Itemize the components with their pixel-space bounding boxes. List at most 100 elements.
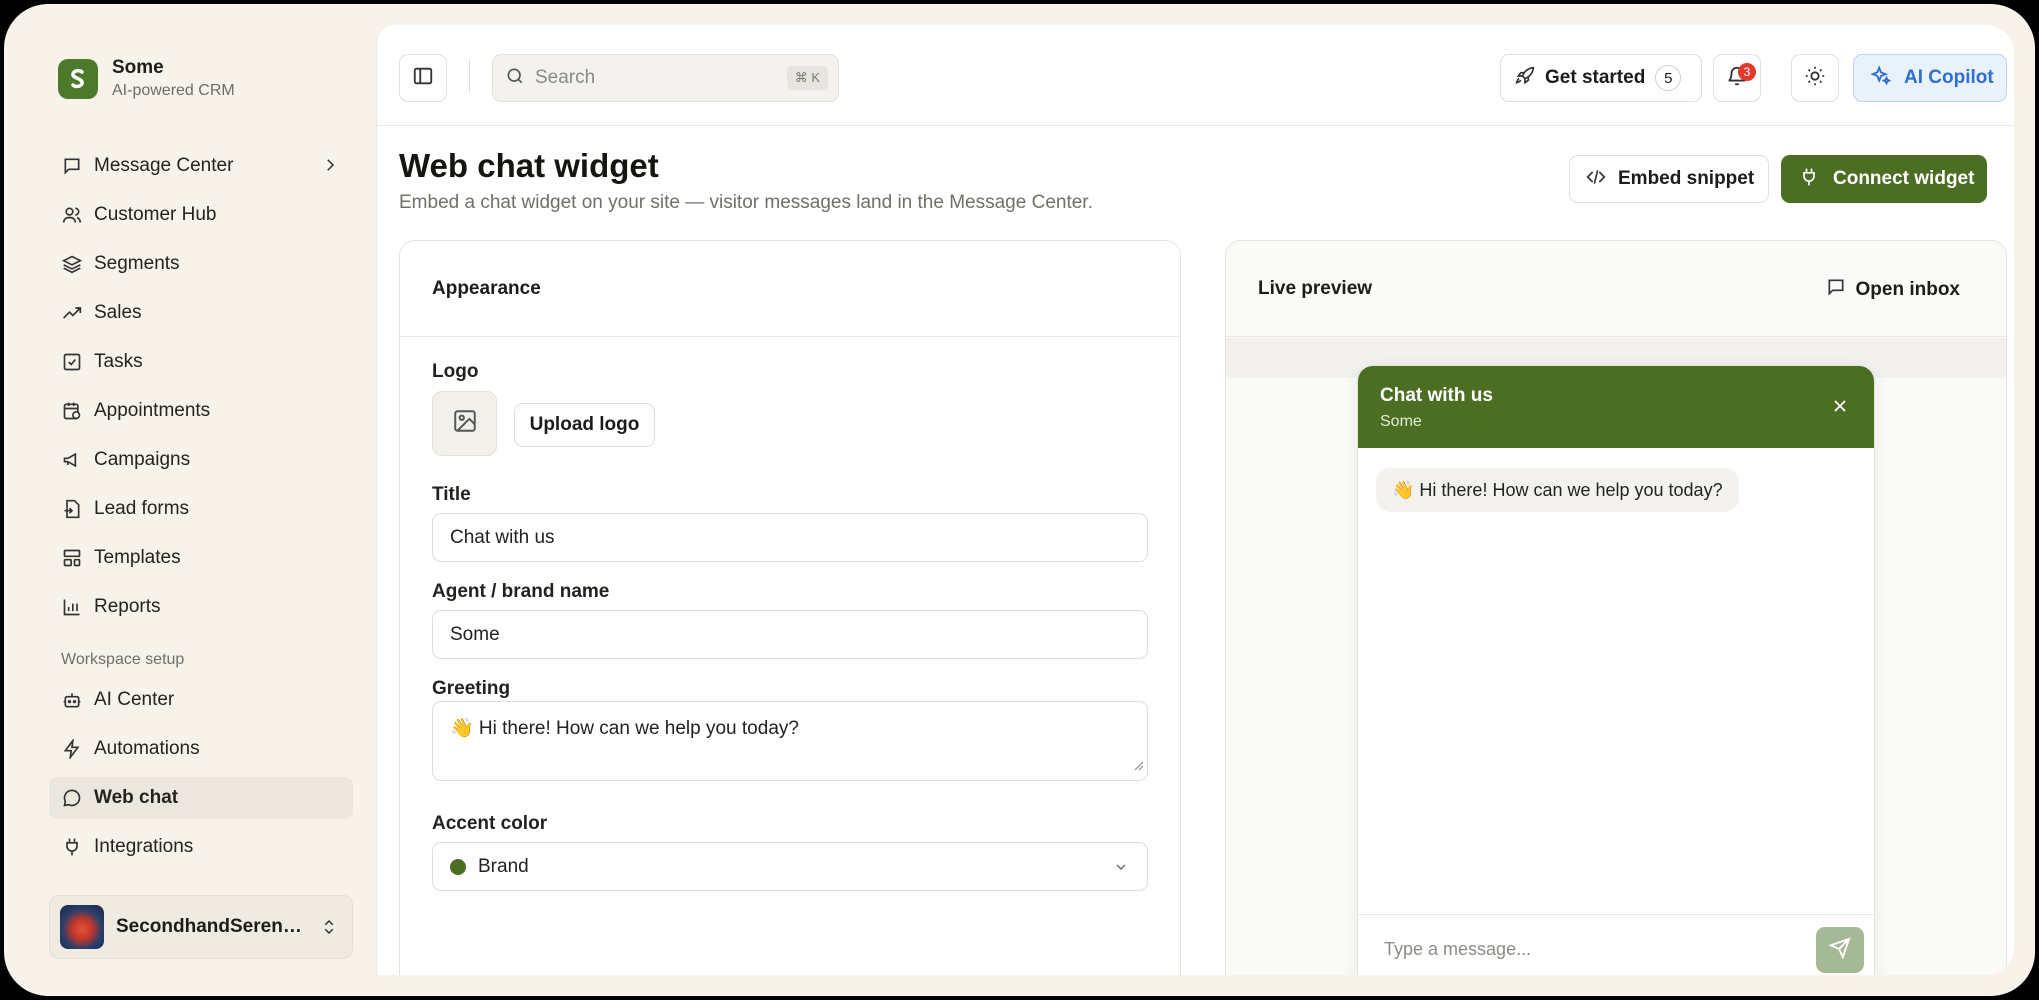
sidebar-item-label: Lead forms [94,498,190,519]
brand-name-label: Agent / brand name [432,581,610,602]
bar-chart-icon [61,596,83,618]
page-title: Web chat widget [399,147,659,184]
live-preview-card: Live preview Open inbox Chat with us Som… [1225,240,2007,975]
bot-icon [61,689,83,711]
connect-widget-label: Connect widget [1833,168,1975,189]
accent-color-select[interactable]: Brand [432,842,1148,891]
sidebar-item-lead-forms[interactable]: Lead forms [49,488,353,530]
composer-placeholder: Type a message... [1384,939,1532,959]
greeting-textarea[interactable]: 👋 Hi there! How can we help you today? [432,701,1148,781]
sidebar-item-customer-hub[interactable]: Customer Hub [49,194,353,236]
sidebar-item-label: Campaigns [94,449,191,470]
account-switcher[interactable]: SecondhandSerenade [49,895,353,959]
upload-logo-button[interactable]: Upload logo [514,403,655,447]
sidebar-item-web-chat[interactable]: Web chat [49,777,353,819]
plug-icon [61,836,83,858]
title-input[interactable]: Chat with us [432,513,1148,562]
send-icon [1828,936,1851,964]
sidebar-item-integrations[interactable]: Integrations [49,826,353,868]
sidebar: Some AI-powered CRM Message Center Custo… [25,25,374,975]
megaphone-icon [61,449,83,471]
brand[interactable]: Some AI-powered CRM [58,57,235,100]
sidebar-item-tasks[interactable]: Tasks [49,341,353,383]
panel-left-icon [412,65,434,92]
account-name: SecondhandSerenade [116,916,306,937]
brand-tagline: AI-powered CRM [112,82,235,99]
toggle-sidebar-button[interactable] [399,54,447,102]
sidebar-item-label: Message Center [94,155,234,176]
message-composer[interactable]: Type a message... [1358,914,1874,975]
resize-handle-icon[interactable] [1132,755,1144,777]
trending-up-icon [61,302,83,324]
sidebar-item-label: Appointments [94,400,211,421]
get-started-label: Get started [1545,67,1646,88]
page-subtitle: Embed a chat widget on your site — visit… [399,192,1093,213]
sidebar-item-label: Integrations [94,836,194,857]
calendar-clock-icon [61,400,83,422]
sidebar-item-label: Reports [94,596,161,617]
sidebar-item-appointments[interactable]: Appointments [49,390,353,432]
zap-icon [61,738,83,760]
layout-template-icon [61,547,83,569]
sidebar-item-ai-center[interactable]: AI Center [49,679,353,721]
accent-color-label: Accent color [432,813,548,834]
brand-name: Some [112,57,164,78]
message-square-icon [1826,277,1846,303]
sidebar-item-segments[interactable]: Segments [49,243,353,285]
sidebar-item-label: Customer Hub [94,204,217,225]
chevrons-up-down-icon [320,916,338,943]
connect-widget-button[interactable]: Connect widget [1781,155,1987,203]
image-icon [452,408,478,439]
window-frame: Some AI-powered CRM Message Center Custo… [4,4,2035,996]
greeting-bubble: 👋 Hi there! How can we help you today? [1376,468,1739,512]
sidebar-item-templates[interactable]: Templates [49,537,353,579]
setup-nav: AI Center Automations Web chat Integrati… [49,679,353,875]
message-circle-icon [61,787,83,809]
rocket-icon [1515,66,1535,91]
file-import-icon [61,498,83,520]
embed-snippet-button[interactable]: Embed snippet [1569,155,1769,203]
ai-copilot-label: AI Copilot [1904,67,1994,88]
search-input[interactable]: Search ⌘ K [492,54,839,102]
get-started-button[interactable]: Get started 5 [1500,54,1702,102]
widget-title: Chat with us [1380,385,1493,406]
divider [469,59,470,93]
ai-copilot-button[interactable]: AI Copilot [1853,54,2007,102]
embed-snippet-label: Embed snippet [1618,168,1755,189]
theme-toggle-button[interactable] [1791,54,1839,102]
users-icon [61,204,83,226]
sidebar-item-label: Automations [94,738,200,759]
close-icon[interactable] [1830,396,1850,421]
accent-color-value: Brand [478,855,529,877]
widget-header: Chat with us Some [1358,366,1874,448]
send-button[interactable] [1816,927,1864,973]
logo-label: Logo [432,361,479,382]
chevron-down-icon [1113,859,1129,881]
get-started-count: 5 [1655,65,1682,91]
appearance-header: Appearance [400,241,1180,337]
app-window: Some AI-powered CRM Message Center Custo… [25,25,2014,975]
sidebar-item-label: AI Center [94,689,175,710]
sidebar-item-sales[interactable]: Sales [49,292,353,334]
open-inbox-link[interactable]: Open inbox [1826,277,1961,303]
brand-logo-icon [58,58,98,99]
notifications-button[interactable]: 3 [1713,54,1761,102]
sidebar-item-campaigns[interactable]: Campaigns [49,439,353,481]
sidebar-item-reports[interactable]: Reports [49,586,353,628]
sidebar-item-label: Segments [94,253,180,274]
avatar [60,905,104,949]
sidebar-item-automations[interactable]: Automations [49,728,353,770]
check-square-icon [61,351,83,373]
sun-icon [1804,65,1826,92]
message-square-icon [61,155,83,177]
main-panel: Search ⌘ K Get started 5 3 AI Copilot We… [376,25,2014,975]
appearance-card: Appearance Logo Upload logo Title Chat w… [399,240,1181,975]
open-inbox-label: Open inbox [1855,279,1961,300]
notification-count-badge: 3 [1738,63,1756,81]
brand-name-input[interactable]: Some [432,610,1148,659]
sidebar-item-message-center[interactable]: Message Center [49,145,353,187]
logo-placeholder[interactable] [432,391,497,456]
layers-icon [61,253,83,275]
greeting-label: Greeting [432,678,511,699]
title-label: Title [432,484,471,505]
